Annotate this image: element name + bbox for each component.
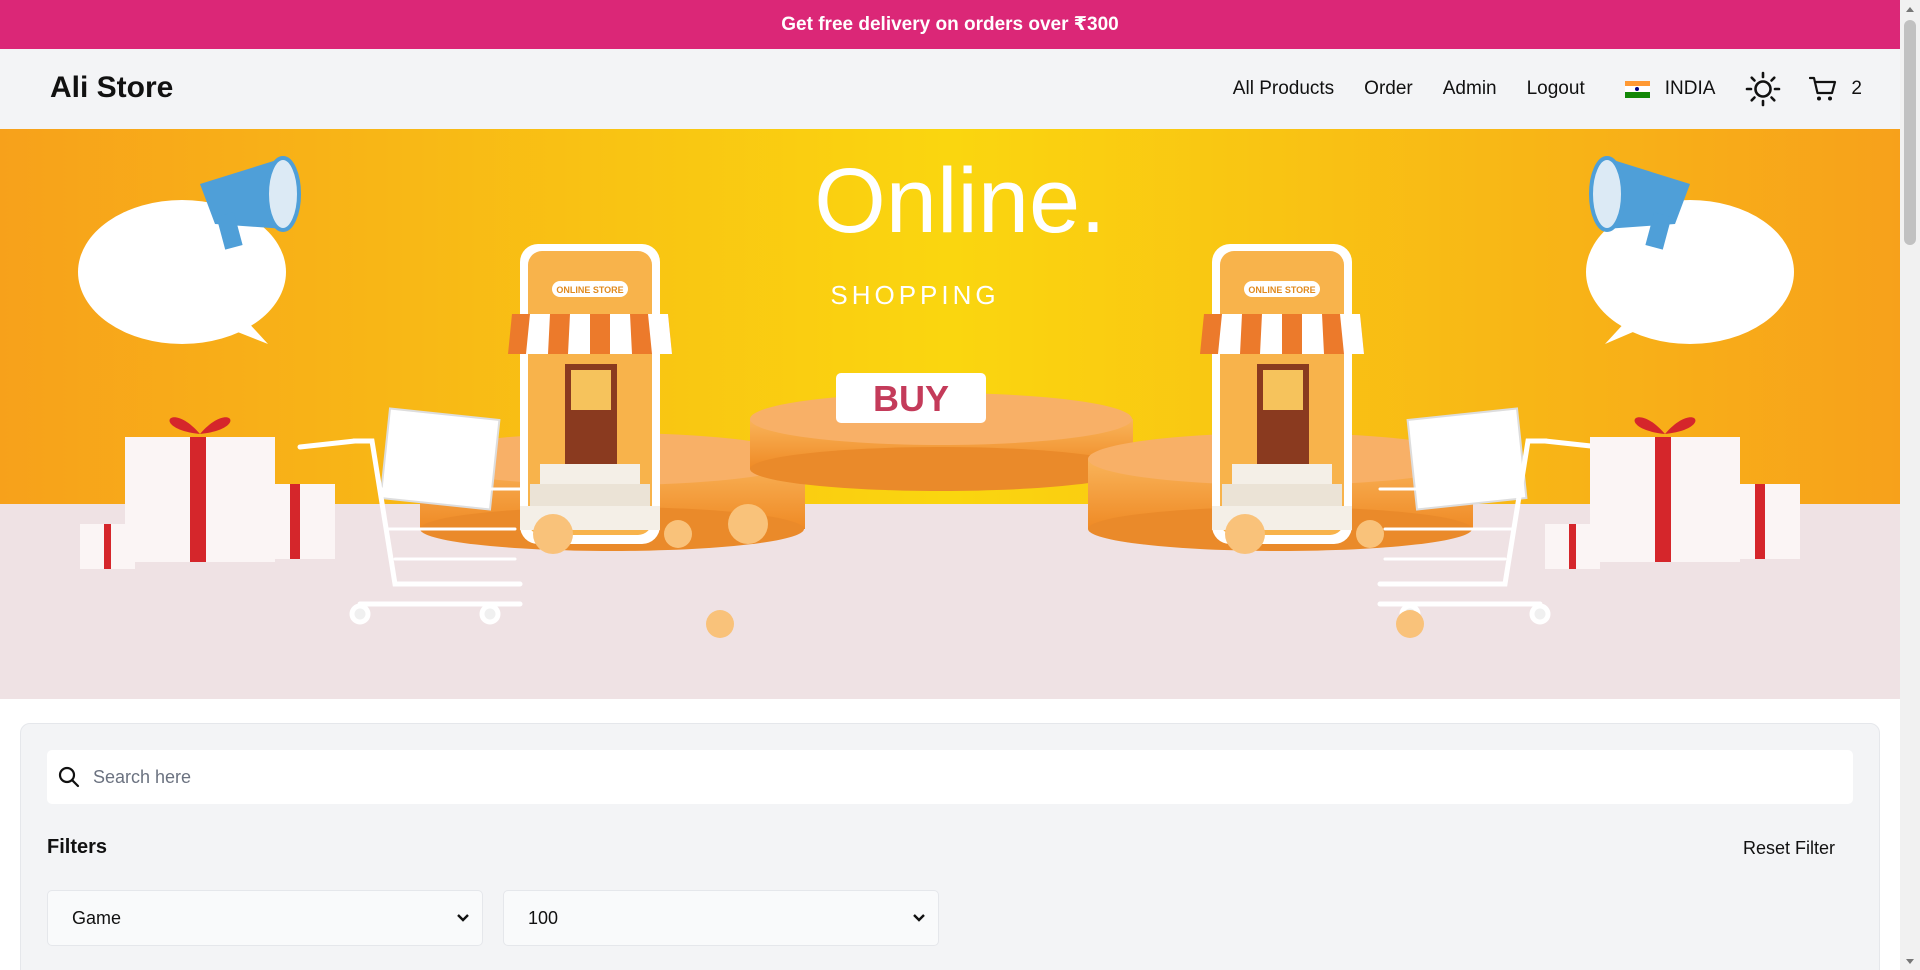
price-select[interactable]: 100 bbox=[503, 890, 939, 946]
filter-panel: Filters Reset Filter Game 100 bbox=[20, 723, 1880, 970]
sun-icon bbox=[1746, 71, 1781, 107]
scrollbar-thumb[interactable] bbox=[1904, 20, 1916, 245]
phone-storefront-right: ONLINE STORE bbox=[1200, 244, 1364, 544]
hero-subtitle: SHOPPING bbox=[830, 280, 999, 310]
main-nav: All Products Order Admin Logout INDIA 2 bbox=[1203, 49, 1862, 129]
promo-text: Get free delivery on orders over ₹300 bbox=[781, 14, 1119, 35]
hero-illustration: ONLINE STORE ONLINE STORE Online. SHOPPI… bbox=[0, 129, 1900, 699]
cart-count: 2 bbox=[1851, 78, 1862, 99]
search-icon bbox=[57, 765, 81, 789]
country-selector[interactable]: INDIA bbox=[1624, 78, 1716, 100]
site-header: Ali Store All Products Order Admin Logou… bbox=[0, 49, 1900, 130]
scroll-up-icon[interactable] bbox=[1900, 0, 1920, 17]
india-flag-icon bbox=[1624, 80, 1650, 98]
cart-icon bbox=[1809, 76, 1837, 101]
buy-button[interactable]: BUY bbox=[836, 373, 986, 423]
svg-text:ONLINE STORE: ONLINE STORE bbox=[556, 285, 623, 295]
reset-filter-button[interactable]: Reset Filter bbox=[1743, 838, 1835, 859]
hero-banner[interactable]: ONLINE STORE ONLINE STORE Online. SHOPPI… bbox=[0, 129, 1900, 699]
category-select-value: Game bbox=[72, 907, 122, 928]
category-select[interactable]: Game bbox=[47, 890, 483, 946]
brand-logo[interactable]: Ali Store bbox=[50, 71, 173, 105]
scroll-down-icon[interactable] bbox=[1900, 953, 1920, 970]
nav-admin[interactable]: Admin bbox=[1443, 78, 1497, 100]
phone-storefront-left: ONLINE STORE bbox=[508, 244, 672, 544]
page: Get free delivery on orders over ₹300 Al… bbox=[0, 0, 1900, 970]
buy-button-label: BUY bbox=[873, 378, 949, 419]
price-select-value: 100 bbox=[528, 907, 559, 928]
nav-all-products[interactable]: All Products bbox=[1233, 78, 1334, 100]
nav-logout[interactable]: Logout bbox=[1527, 78, 1585, 100]
search-input[interactable] bbox=[91, 765, 1795, 789]
promo-banner: Get free delivery on orders over ₹300 bbox=[0, 0, 1900, 49]
nav-order[interactable]: Order bbox=[1364, 78, 1413, 100]
theme-toggle-button[interactable] bbox=[1743, 69, 1783, 109]
country-label: INDIA bbox=[1664, 78, 1716, 99]
cart-button[interactable]: 2 bbox=[1809, 76, 1862, 102]
filters-heading: Filters bbox=[47, 836, 108, 858]
svg-text:ONLINE STORE: ONLINE STORE bbox=[1248, 285, 1315, 295]
chevron-down-icon bbox=[913, 914, 925, 922]
chevron-down-icon bbox=[457, 914, 469, 922]
hero-title: Online. bbox=[814, 150, 1106, 252]
search-bar[interactable] bbox=[47, 750, 1853, 804]
page-scrollbar[interactable] bbox=[1900, 0, 1920, 970]
